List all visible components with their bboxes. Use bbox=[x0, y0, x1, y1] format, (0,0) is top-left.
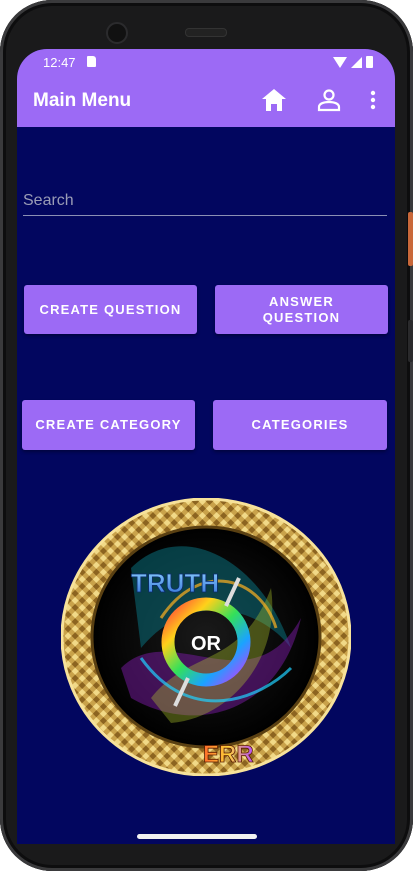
signal-icon bbox=[351, 56, 362, 68]
status-time: 12:47 bbox=[43, 55, 76, 70]
sd-card-icon bbox=[87, 56, 96, 67]
logo-text-truth: TRUTH bbox=[131, 568, 219, 598]
create-question-button[interactable]: CREATE QUESTION bbox=[24, 285, 197, 334]
logo-text-err: ERR bbox=[203, 741, 254, 768]
status-bar: 12:47 bbox=[17, 49, 395, 75]
answer-question-button[interactable]: ANSWER QUESTION bbox=[215, 285, 388, 334]
system-icons bbox=[333, 56, 373, 68]
battery-icon bbox=[366, 56, 373, 68]
earpiece-speaker bbox=[185, 28, 227, 37]
search-input[interactable] bbox=[23, 187, 387, 216]
volume-button[interactable] bbox=[408, 320, 413, 362]
gesture-nav-bar[interactable] bbox=[137, 834, 257, 839]
categories-button[interactable]: CATEGORIES bbox=[213, 400, 387, 450]
truth-or-err-logo: TRUTH OR ERR bbox=[61, 498, 351, 776]
wifi-icon bbox=[333, 56, 347, 68]
more-vert-icon[interactable] bbox=[367, 88, 379, 117]
front-camera bbox=[106, 22, 128, 44]
page-title: Main Menu bbox=[33, 90, 132, 111]
power-button[interactable] bbox=[408, 212, 413, 266]
create-category-button[interactable]: CREATE CATEGORY bbox=[22, 400, 195, 450]
app-bar: Main Menu bbox=[17, 75, 395, 127]
phone-frame: 12:47 Main Menu CREATE QUESTION ANSWER Q… bbox=[0, 0, 413, 871]
person-icon[interactable] bbox=[317, 88, 341, 117]
home-icon[interactable] bbox=[261, 88, 287, 117]
logo-text-or: OR bbox=[191, 633, 222, 655]
screen: 12:47 Main Menu CREATE QUESTION ANSWER Q… bbox=[17, 49, 395, 844]
